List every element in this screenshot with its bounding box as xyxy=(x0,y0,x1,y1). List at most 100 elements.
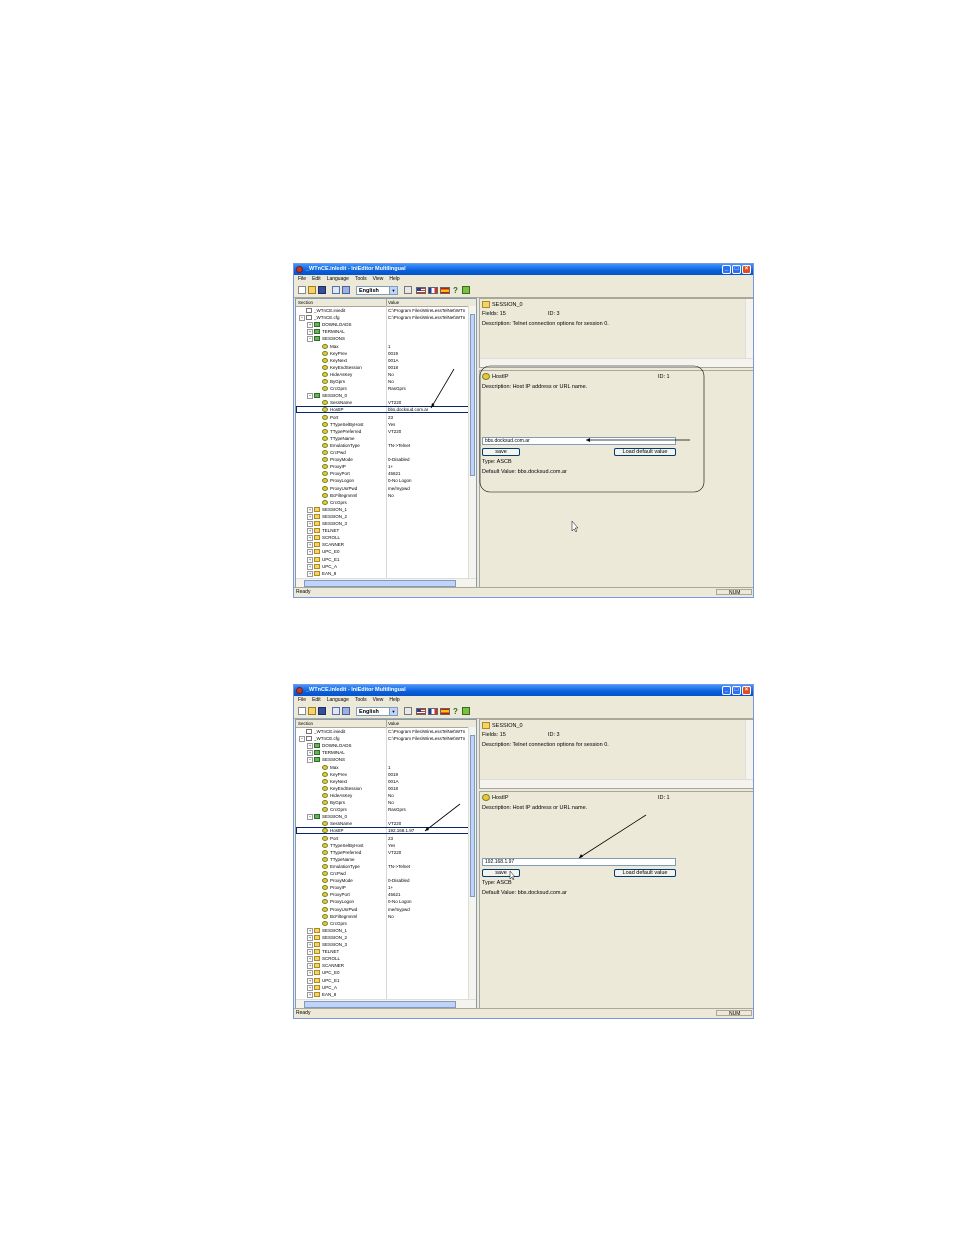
tree-row[interactable]: BcFiltegmnml No xyxy=(296,913,470,920)
horizontal-scrollbar[interactable] xyxy=(296,578,476,587)
expand-toggle-icon[interactable]: + xyxy=(307,322,313,329)
section-horizontal-scrollbar[interactable] xyxy=(480,779,753,788)
tree-row[interactable]: KeyPrev 0019 xyxy=(296,350,470,357)
tree-row[interactable]: + UPC_E1 xyxy=(296,977,470,984)
tree-row[interactable]: − SESSIONS xyxy=(296,756,470,764)
expand-toggle-icon[interactable]: + xyxy=(307,570,313,577)
minimize-button[interactable]: _ xyxy=(722,686,731,695)
tree-row[interactable]: Port 23 xyxy=(296,835,470,842)
menu-help[interactable]: Help xyxy=(389,697,399,703)
expand-toggle-icon[interactable]: + xyxy=(307,970,313,977)
tree-row[interactable]: + UPC_A xyxy=(296,563,470,570)
open-folder-icon[interactable] xyxy=(308,707,316,715)
tree-row[interactable]: EmulationType TN->Telnet xyxy=(296,863,470,870)
expand-toggle-icon[interactable]: − xyxy=(299,315,305,322)
run-icon[interactable] xyxy=(462,707,470,715)
language-select[interactable]: English ▼ xyxy=(356,286,398,295)
tree-row[interactable]: + SESSION_3 xyxy=(296,520,470,527)
tree-row[interactable]: TTypeName xyxy=(296,856,470,863)
section-vertical-scrollbar[interactable] xyxy=(745,720,753,780)
tree-row[interactable]: TTypeSelByHost Yes xyxy=(296,421,470,428)
expand-toggle-icon[interactable]: + xyxy=(307,949,313,956)
tree-row[interactable]: HostIP 192.168.1.97 xyxy=(296,827,470,835)
expand-toggle-icon[interactable]: − xyxy=(307,757,313,764)
expand-toggle-icon[interactable]: − xyxy=(307,336,313,343)
tree-row[interactable]: + UPC_E0 xyxy=(296,969,470,977)
tree-row[interactable]: + SCROLL xyxy=(296,534,470,542)
menu-view[interactable]: View xyxy=(373,697,384,703)
tree-row[interactable]: CrcGprs xyxy=(296,920,470,927)
tree-row[interactable]: + SESSION_2 xyxy=(296,934,470,941)
load-default-button[interactable]: Load default value xyxy=(614,869,676,877)
expand-toggle-icon[interactable]: + xyxy=(307,963,313,970)
expand-toggle-icon[interactable]: + xyxy=(307,556,313,563)
spanish-flag-icon[interactable] xyxy=(440,708,450,715)
save-button[interactable]: save xyxy=(482,448,520,456)
tree-row[interactable]: + TERMINAL xyxy=(296,749,470,757)
tree-row[interactable]: − SESSIONS xyxy=(296,335,470,343)
tree-row[interactable]: TTypePreferred VT220 xyxy=(296,428,470,435)
tree-row[interactable]: BcFiltegmnml No xyxy=(296,492,470,499)
menu-help[interactable]: Help xyxy=(389,276,399,282)
tree-row[interactable]: Port 23 xyxy=(296,414,470,421)
vertical-scrollbar[interactable] xyxy=(468,727,476,1000)
properties-icon[interactable] xyxy=(342,707,350,715)
tree-row[interactable]: HostIP bbs.docksud.com.ar xyxy=(296,406,470,414)
menu-tools[interactable]: Tools xyxy=(355,276,367,282)
close-button[interactable]: × xyxy=(742,686,751,695)
spanish-flag-icon[interactable] xyxy=(440,287,450,294)
save-disk-icon[interactable] xyxy=(318,707,326,715)
column-header-value[interactable]: Value xyxy=(388,720,399,727)
expand-toggle-icon[interactable]: + xyxy=(307,942,313,948)
expand-toggle-icon[interactable]: + xyxy=(307,542,313,549)
help-icon[interactable]: ? xyxy=(453,707,461,716)
menu-file[interactable]: File xyxy=(298,276,306,282)
expand-toggle-icon[interactable]: + xyxy=(307,977,313,984)
tree-row[interactable]: + SESSION_1 xyxy=(296,927,470,934)
menu-tools[interactable]: Tools xyxy=(355,697,367,703)
close-button[interactable]: × xyxy=(742,265,751,274)
expand-toggle-icon[interactable]: + xyxy=(307,956,313,963)
tree-row[interactable]: − SESSION_0 xyxy=(296,392,470,400)
french-flag-icon[interactable] xyxy=(428,287,438,294)
tree-row[interactable]: Max 1 xyxy=(296,343,470,350)
expand-toggle-icon[interactable]: + xyxy=(307,743,313,750)
tree-row[interactable]: + EAN_8 xyxy=(296,570,470,577)
tree-row[interactable]: + SESSION_2 xyxy=(296,513,470,520)
menu-view[interactable]: View xyxy=(373,276,384,282)
copy-icon[interactable] xyxy=(332,286,340,294)
tree-row[interactable]: ProxyMode 0-Disabled xyxy=(296,456,470,463)
tree-row[interactable]: SessName VT220 xyxy=(296,820,470,827)
vertical-scrollbar[interactable] xyxy=(468,306,476,579)
tree-row[interactable]: TTypePreferred VT220 xyxy=(296,849,470,856)
sort-icon[interactable] xyxy=(404,286,412,294)
chevron-down-icon[interactable]: ▼ xyxy=(389,708,397,715)
tree-row[interactable]: + SCROLL xyxy=(296,955,470,963)
menu-file[interactable]: File xyxy=(298,697,306,703)
menu-edit[interactable]: Edit xyxy=(312,276,321,282)
language-select[interactable]: English ▼ xyxy=(356,707,398,716)
expand-toggle-icon[interactable]: + xyxy=(307,927,313,934)
expand-toggle-icon[interactable]: + xyxy=(307,535,313,542)
maximize-button[interactable]: □ xyxy=(732,265,741,274)
minimize-button[interactable]: _ xyxy=(722,265,731,274)
copy-icon[interactable] xyxy=(332,707,340,715)
tree-row[interactable]: SessName VT220 xyxy=(296,399,470,406)
expand-toggle-icon[interactable]: + xyxy=(307,528,313,535)
tree-row[interactable]: KeyEndSession 0018 xyxy=(296,364,470,371)
tree-row[interactable]: + TELNET xyxy=(296,948,470,956)
help-icon[interactable]: ? xyxy=(453,286,461,295)
tree-row[interactable]: ProxyUsrPwd me/mypwd xyxy=(296,485,470,492)
tree-row[interactable]: + SCANNER xyxy=(296,541,470,549)
expand-toggle-icon[interactable]: + xyxy=(307,984,313,991)
tree-row[interactable]: ProxyLogon 0-No Logon xyxy=(296,477,470,484)
tree-row[interactable]: ProxyUsrPwd me/mypwd xyxy=(296,906,470,913)
tree-row[interactable]: + DOWNLOADS xyxy=(296,742,470,750)
french-flag-icon[interactable] xyxy=(428,708,438,715)
expand-toggle-icon[interactable]: + xyxy=(307,563,313,570)
tree-row[interactable]: CrcGprs xyxy=(296,499,470,506)
tree-row[interactable]: CrcPwd xyxy=(296,870,470,877)
us-flag-icon[interactable] xyxy=(416,708,426,715)
section-horizontal-scrollbar[interactable] xyxy=(480,358,753,367)
expand-toggle-icon[interactable]: − xyxy=(307,393,313,400)
